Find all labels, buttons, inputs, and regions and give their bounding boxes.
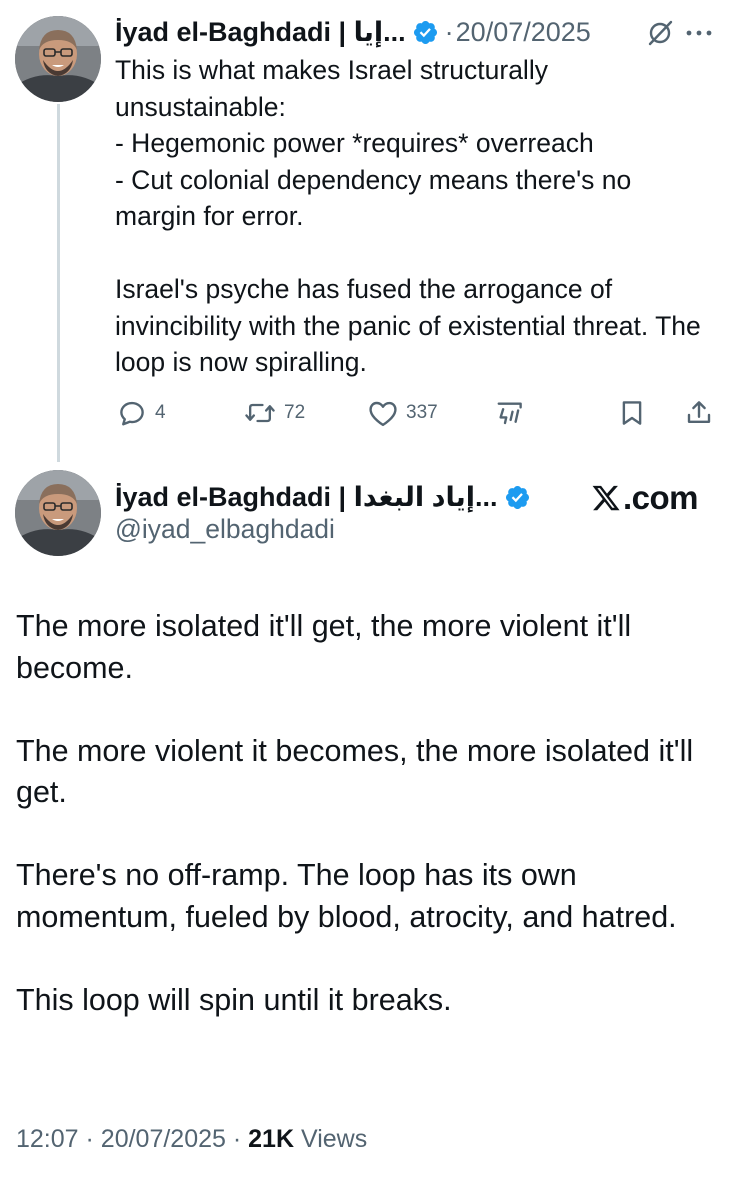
reply-count: 4 <box>155 402 166 423</box>
like-button[interactable]: 337 <box>368 396 438 430</box>
x-com-watermark: .com <box>590 478 699 518</box>
views-label: Views <box>300 1125 368 1153</box>
tweet-date[interactable]: 20/07/2025 <box>101 1125 226 1153</box>
main-tweet-header: İyad el-Baghdadi | إياد البغدا... <box>115 478 531 516</box>
repost-count: 72 <box>284 402 306 423</box>
views-count: 21K <box>248 1125 295 1153</box>
bookmark-icon <box>622 401 642 425</box>
views-button[interactable] <box>495 396 525 430</box>
reply-button[interactable]: 4 <box>117 396 166 430</box>
grok-icon[interactable] <box>645 18 675 48</box>
avatar[interactable] <box>15 470 101 556</box>
main-tweet-text: The more isolated it'll get, the more vi… <box>16 609 694 1017</box>
reply-tweet-text: This is what makes Israel structurally u… <box>115 55 701 377</box>
share-icon <box>687 401 711 423</box>
verified-badge-icon <box>412 19 439 46</box>
x-logo-icon <box>592 485 620 511</box>
thread-line <box>57 104 60 462</box>
views-icon <box>497 402 522 425</box>
author-handle[interactable]: @iyad_elbaghdadi <box>115 514 335 545</box>
repost-button[interactable]: 72 <box>244 396 305 430</box>
separator: · <box>444 16 454 47</box>
like-icon <box>369 401 397 427</box>
tweet-meta: 12:07 · 20/07/2025 · 21K Views <box>16 1125 367 1154</box>
author-name[interactable]: İyad el-Baghdadi | إياد البغدا... <box>115 482 498 513</box>
separator: · <box>85 1125 94 1153</box>
like-count: 337 <box>406 402 438 423</box>
site-label: .com <box>623 479 699 516</box>
tweet-time[interactable]: 12:07 <box>16 1125 79 1153</box>
reply-icon <box>120 401 144 426</box>
reply-tweet-header: İyad el-Baghdadi | إيا... · 20/07/2025 <box>115 14 591 50</box>
more-icon[interactable] <box>683 22 715 44</box>
bookmark-button[interactable] <box>618 396 646 430</box>
verified-badge-icon <box>504 484 531 511</box>
avatar[interactable] <box>15 16 101 102</box>
repost-icon <box>245 403 275 423</box>
author-name[interactable]: İyad el-Baghdadi | إيا... <box>115 17 406 48</box>
share-button[interactable] <box>684 396 714 430</box>
separator: · <box>232 1125 242 1153</box>
tweet-date[interactable]: 20/07/2025 <box>456 17 591 48</box>
